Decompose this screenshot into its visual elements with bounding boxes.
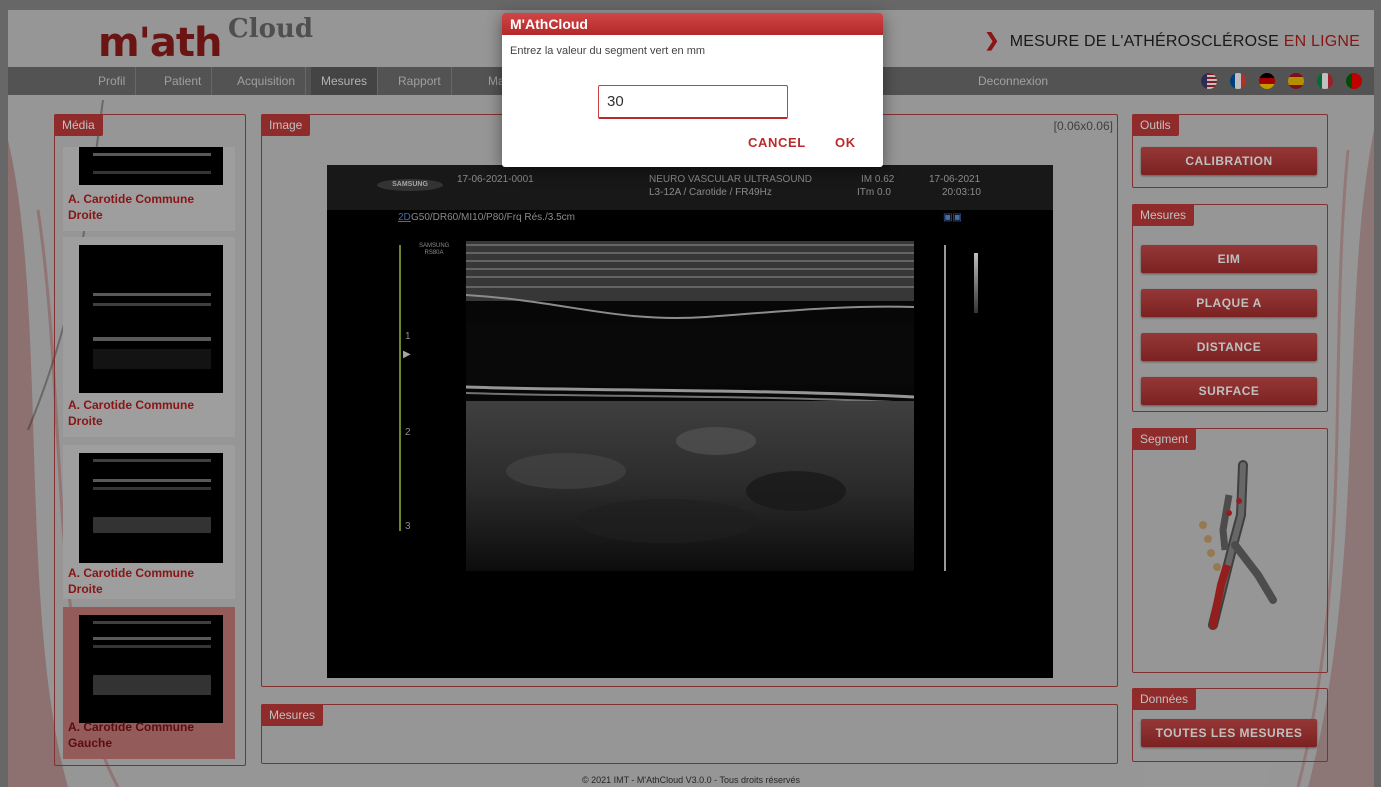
segment-value-dialog: M'AthCloud Entrez la valeur du segment v… (502, 13, 883, 167)
dialog-title: M'AthCloud (502, 13, 883, 35)
cancel-button[interactable]: CANCEL (748, 135, 806, 150)
ok-button[interactable]: OK (835, 135, 856, 150)
segment-value-input[interactable] (598, 85, 788, 119)
dialog-message: Entrez la valeur du segment vert en mm (510, 45, 706, 57)
